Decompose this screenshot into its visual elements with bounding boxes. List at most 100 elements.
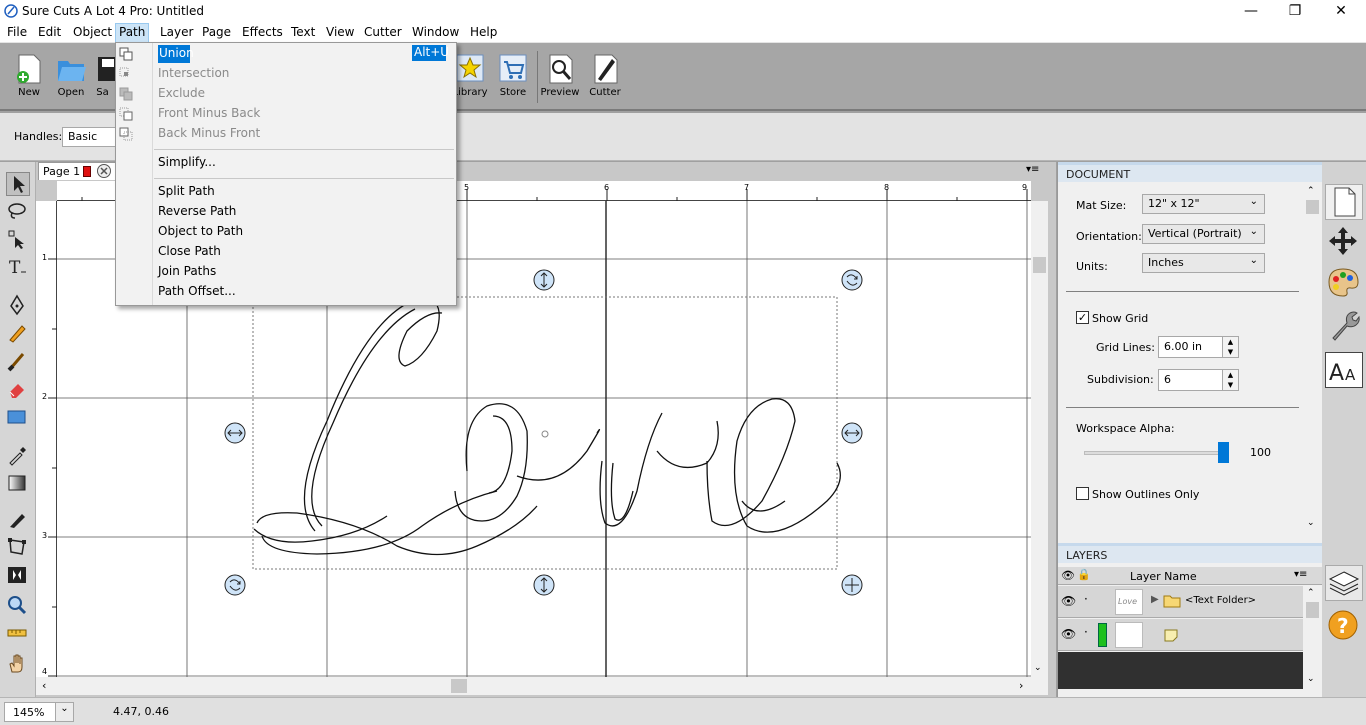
vertical-scrollbar[interactable]: ⌄ (1031, 201, 1048, 677)
scale-handle-left-icon[interactable] (224, 422, 246, 444)
spinner-arrows-icon[interactable]: ▲ ▼ (1222, 370, 1238, 390)
visibility-eye-icon[interactable]: 👁 (1061, 627, 1076, 641)
scrollbar-thumb[interactable] (1306, 602, 1319, 618)
color-panel-tab[interactable] (1325, 265, 1363, 301)
eraser-tool[interactable] (6, 378, 30, 402)
move-handle-icon[interactable] (841, 574, 863, 596)
menu-object[interactable]: Object (73, 25, 112, 39)
menu-item-split-path[interactable]: Split Path (158, 181, 215, 201)
menu-page[interactable]: Page (202, 25, 231, 39)
handles-select[interactable]: Basic (62, 127, 122, 147)
svg-text:T: T (9, 258, 21, 278)
scroll-up-icon[interactable]: ⌃ (1307, 588, 1315, 598)
panel-scrollbar[interactable]: ⌃ ⌄ (1304, 184, 1321, 536)
save-button[interactable]: Sa (90, 49, 115, 107)
layer-row[interactable]: 👁 · (1058, 619, 1303, 651)
zoom-select[interactable]: 145% ⌄ (4, 702, 74, 722)
menu-item-object-to-path[interactable]: Object to Path (158, 221, 243, 241)
layer-row[interactable]: 👁 · Love ▶ <Text Folder> (1058, 586, 1303, 618)
brush-tool[interactable] (6, 350, 30, 374)
shape-tool[interactable] (6, 406, 30, 430)
scale-handle-top-icon[interactable] (533, 269, 555, 291)
menu-item-close-path[interactable]: Close Path (158, 241, 221, 261)
scrollbar-thumb[interactable] (1033, 257, 1046, 273)
scale-handle-right-icon[interactable] (841, 422, 863, 444)
preview-button[interactable]: Preview (538, 49, 582, 107)
settings-panel-tab[interactable] (1325, 308, 1363, 344)
close-page-icon[interactable] (96, 163, 112, 179)
layers-options-icon[interactable]: ▾≡ (1294, 569, 1307, 580)
gradient-tool[interactable] (6, 472, 30, 496)
menu-cutter[interactable]: Cutter (364, 25, 402, 39)
pan-tool[interactable] (6, 652, 30, 676)
menu-help[interactable]: Help (470, 25, 497, 39)
expand-arrow-icon[interactable]: ▶ (1151, 594, 1159, 605)
horizontal-scrollbar[interactable]: ‹ › (36, 677, 1048, 695)
menu-text[interactable]: Text (291, 25, 315, 39)
chevron-down-icon[interactable]: ⌄ (55, 703, 73, 721)
page-options-icon[interactable]: ▾≡ (1026, 164, 1039, 175)
workspace-alpha-slider[interactable] (1084, 451, 1224, 455)
menu-path[interactable]: Path (115, 23, 150, 43)
show-grid-checkbox[interactable]: ✓ (1076, 311, 1089, 324)
scale-handle-bottom-icon[interactable] (533, 574, 555, 596)
minimize-button[interactable]: — (1228, 0, 1274, 23)
knife-tool[interactable] (6, 508, 30, 532)
spinner-arrows-icon[interactable]: ▲ ▼ (1222, 337, 1238, 357)
love-text-outline[interactable] (253, 298, 841, 556)
layers-panel-tab[interactable] (1325, 565, 1363, 601)
mat-size-select[interactable]: 12" x 12" ⌄ (1142, 194, 1265, 214)
store-button[interactable]: Store (491, 49, 535, 107)
menu-item-join-paths[interactable]: Join Paths (158, 261, 216, 281)
rotate-handle-icon[interactable] (224, 574, 246, 596)
slider-thumb[interactable] (1218, 442, 1229, 463)
grid-lines-input[interactable]: 6.00 in ▲ ▼ (1158, 336, 1239, 358)
new-button[interactable]: New (7, 49, 51, 107)
pen-tool[interactable] (6, 294, 30, 318)
measure-tool[interactable] (6, 622, 30, 646)
node-select-tool[interactable] (6, 228, 30, 252)
close-window-button[interactable]: ✕ (1318, 0, 1364, 23)
menu-file[interactable]: File (7, 25, 27, 39)
scroll-down-icon[interactable]: ⌄ (1307, 518, 1315, 528)
scroll-left-icon[interactable]: ‹ (42, 679, 46, 692)
pencil-tool[interactable] (6, 322, 30, 346)
units-select[interactable]: Inches ⌄ (1142, 253, 1265, 273)
maximize-button[interactable]: ❐ (1272, 0, 1318, 23)
document-panel-tab[interactable] (1325, 184, 1363, 220)
menu-item-simplify[interactable]: Simplify... (158, 152, 216, 172)
cutter-button[interactable]: Cutter (583, 49, 627, 107)
transform-tool[interactable] (6, 536, 30, 560)
mirror-tool[interactable] (6, 564, 30, 588)
menu-edit[interactable]: Edit (38, 25, 61, 39)
zoom-tool[interactable] (6, 594, 30, 618)
menu-item-union[interactable]: Union (159, 43, 194, 63)
rotate-handle-icon[interactable] (841, 269, 863, 291)
eyedropper-tool[interactable] (6, 444, 30, 468)
scroll-down-icon[interactable]: ⌄ (1307, 674, 1315, 684)
scroll-down-icon[interactable]: ⌄ (1034, 663, 1042, 673)
scroll-right-icon[interactable]: › (1019, 679, 1023, 692)
menu-item-path-offset[interactable]: Path Offset... (158, 281, 236, 301)
visibility-eye-icon[interactable]: 👁 (1061, 594, 1076, 608)
subdivision-input[interactable]: 6 ▲ ▼ (1158, 369, 1239, 391)
lasso-tool[interactable] (6, 200, 30, 224)
orientation-select[interactable]: Vertical (Portrait) ⌄ (1142, 224, 1265, 244)
scrollbar-thumb[interactable] (451, 679, 467, 693)
scroll-up-icon[interactable]: ⌃ (1307, 186, 1315, 196)
menu-item-reverse-path[interactable]: Reverse Path (158, 201, 236, 221)
menu-layer[interactable]: Layer (160, 25, 193, 39)
select-tool[interactable] (6, 172, 30, 196)
layers-scrollbar[interactable]: ⌃ ⌄ (1304, 586, 1321, 689)
text-panel-tab[interactable]: AA (1325, 352, 1363, 388)
open-button[interactable]: Open (49, 49, 93, 107)
menu-effects[interactable]: Effects (242, 25, 283, 39)
layer-color-swatch[interactable] (1098, 623, 1107, 647)
move-panel-tab[interactable] (1325, 224, 1363, 260)
text-tool[interactable]: T (6, 256, 30, 280)
help-panel-tab[interactable]: ? (1325, 608, 1363, 644)
menu-window[interactable]: Window (412, 25, 459, 39)
scrollbar-thumb[interactable] (1306, 200, 1319, 214)
menu-view[interactable]: View (326, 25, 354, 39)
show-outlines-checkbox[interactable] (1076, 487, 1089, 500)
